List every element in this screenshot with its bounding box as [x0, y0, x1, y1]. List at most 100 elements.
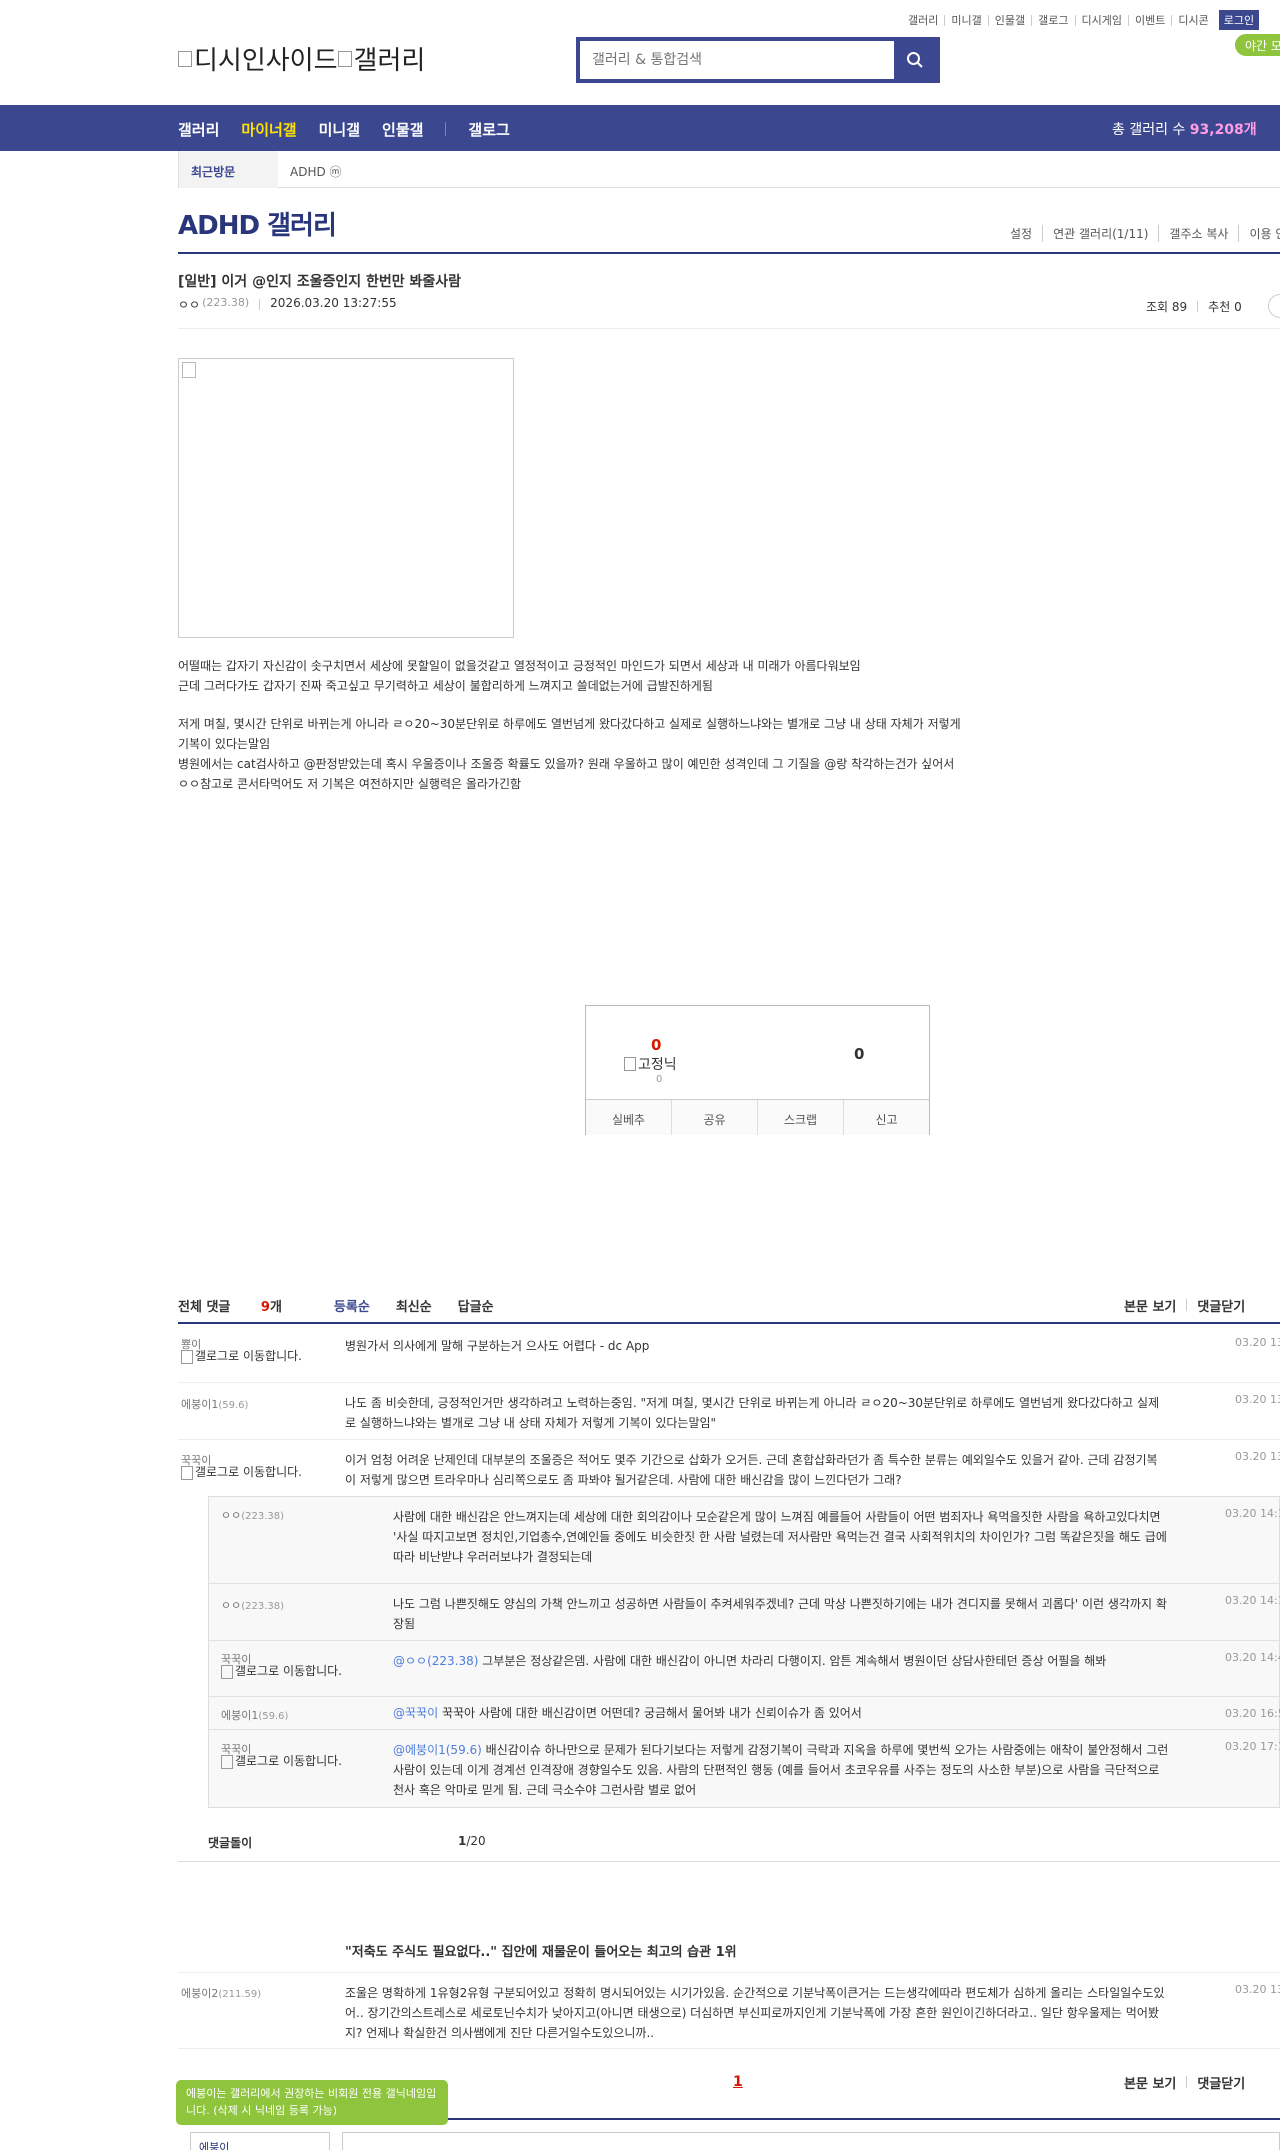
reply-text: @ㅇㅇ(223.38) 그부분은 정상같은뎀. 사람에 대한 배신감이 아니면 … [393, 1654, 1107, 1668]
login-button[interactable]: 로그인 [1218, 10, 1260, 30]
reply-row: 에붕이1(59.6) @꾹꾹이 꾹꾹아 사람에 대한 배신감이면 어떤데? 궁금… [209, 1697, 1280, 1730]
nav-minor-gallery[interactable]: 마이너갤 [241, 119, 296, 140]
post-body-line: ㅇㅇ참고로 콘서타먹어도 저 기복은 여전하지만 실행력은 올라가긴함 [178, 777, 522, 791]
night-mode-toggle[interactable]: 야간 모드 [1235, 34, 1280, 56]
util-link[interactable]: 갤로그 [1032, 14, 1076, 26]
reply-mention[interactable]: @꾹꾹이 [393, 1706, 438, 1720]
post-header-divider [178, 328, 1280, 329]
header-divider [1186, 1299, 1188, 1311]
fixed-nick-badge: 고정닉 [624, 1054, 677, 1074]
post-body-line: 근데 그러다가도 갑자기 진짜 죽고싶고 무기력하고 세상이 불합리하게 느껴지… [178, 679, 713, 693]
broken-image-icon [181, 1466, 193, 1480]
post-body-para1: 어떨때는 갑자기 자신감이 솟구치면서 세상에 못할일이 없을것같고 열정적이고… [178, 656, 1078, 696]
usage-guide-link[interactable]: 이용 안내 [1238, 225, 1280, 242]
util-link[interactable]: 갤러리 [902, 14, 946, 26]
util-link[interactable]: 인물갤 [989, 14, 1033, 26]
reply-nick[interactable]: ㅇㅇ(223.38) [221, 1507, 284, 1523]
recent-visits-tab[interactable]: 최근방문 [178, 151, 278, 188]
comment-row: 뿅이 갤로그로 이동합니다. 병원가서 의사에게 말해 구분하는거 으사도 어렵… [178, 1326, 1280, 1383]
gallery-count: 총 갤러리 수 93,208개 [1112, 119, 1257, 139]
nav-gallog[interactable]: 갤로그 [468, 119, 509, 140]
write-comment-field[interactable] [342, 2132, 1280, 2150]
post-body-line: 병원에서는 cat검사하고 @판정받았는데 혹시 우울증이나 조울증 확률도 있… [178, 757, 955, 771]
related-galleries-link[interactable]: 연관 갤러리(1/11) [1042, 225, 1158, 242]
reply-date: 03.20 14:10 [1225, 1507, 1280, 1520]
comment-bot-label[interactable]: 댓글돌이 [208, 1834, 252, 1851]
downvote-count[interactable]: 0 [854, 1045, 864, 1063]
reply-date: 03.20 14:12 [1225, 1594, 1280, 1607]
ad-title[interactable]: "저축도 주식도 필요없다.." 집안에 재물운이 들어오는 최고의 습관 1위 [345, 1941, 737, 1960]
comment-nick[interactable]: 에붕이2(211.59) [181, 1985, 261, 2001]
post-author-ip: (223.38) [202, 296, 250, 309]
comment-jump-button[interactable] [1268, 294, 1280, 318]
report-button[interactable]: 신고 [844, 1100, 929, 1135]
view-post-link[interactable]: 본문 보기 [1124, 1296, 1176, 1315]
guest-nick-tooltip: 에붕이는 갤러리에서 권장하는 비회원 전용 갤닉네임입니다. (삭제 시 닉네… [176, 2080, 448, 2125]
best-recommend-button[interactable]: 실베추 [586, 1100, 672, 1135]
gallog-link[interactable]: 갤로그로 이동합니다. [181, 1350, 311, 1364]
settings-link[interactable]: 설정 [1000, 225, 1042, 242]
comment-row: 에붕이1(59.6) 나도 좀 비슷한데, 긍정적인거만 생각하려고 노력하는중… [178, 1383, 1280, 1440]
util-link[interactable]: 디시게임 [1076, 14, 1129, 26]
reply-text: @꾹꾹이 꾹꾹아 사람에 대한 배신감이면 어떤데? 궁금해서 물어봐 내가 신… [393, 1706, 862, 1720]
sort-replies[interactable]: 답글순 [458, 1296, 494, 1315]
reply-row: 꾹꾹이 갤로그로 이동합니다. @ㅇㅇ(223.38) 그부분은 정상같은뎀. … [209, 1641, 1280, 1697]
post-image[interactable] [178, 358, 514, 638]
post-meta: ㅇㅇ (223.38) 2026.03.20 13:27:55 [178, 296, 397, 313]
comment-nick[interactable]: 에붕이1(59.6) [181, 1396, 248, 1412]
util-link[interactable]: 미니갤 [945, 14, 989, 26]
comment-total-unit: 개 [269, 1300, 282, 1315]
comment-date: 03.20 13:58 [1235, 1450, 1280, 1463]
nav-person-gallery[interactable]: 인물갤 [382, 119, 423, 140]
sort-latest[interactable]: 최신순 [396, 1296, 432, 1315]
broken-image-icon [337, 50, 352, 67]
reply-nick[interactable]: ㅇㅇ(223.38) [221, 1597, 284, 1613]
recent-visit-item[interactable]: ADHD ⓜ [290, 163, 342, 180]
upvote-count[interactable]: 0 [651, 1036, 661, 1054]
search-input[interactable] [580, 41, 894, 79]
reply-date: 03.20 14:40 [1225, 1651, 1280, 1664]
scrap-button[interactable]: 스크랩 [758, 1100, 844, 1135]
post-author[interactable]: ㅇㅇ [178, 296, 200, 313]
post-title: [일반] 이거 @인지 조울증인지 한번만 봐줄사람 [178, 274, 462, 290]
reply-mention[interactable]: @ㅇㅇ(223.38) [393, 1654, 478, 1668]
reply-text: 나도 그럼 나쁜짓해도 양심의 가책 안느끼고 성공하면 사람들이 추켜세워주겠… [393, 1597, 1167, 1631]
reply-nick[interactable]: 에붕이1(59.6) [221, 1707, 288, 1723]
view-post-link[interactable]: 본문 보기 [1124, 2073, 1176, 2092]
comment-total-count: 9 [260, 1300, 270, 1315]
copy-address-link[interactable]: 갤주소 복사 [1158, 225, 1238, 242]
comment-page-1[interactable]: 1 [733, 2074, 743, 2090]
reply-row: ㅇㅇ(223.38) 사람에 대한 배신감은 안느껴지는데 세상에 대한 회의감… [209, 1497, 1280, 1584]
gallery-title[interactable]: ADHD 갤러리 [178, 205, 337, 242]
comment-text: 나도 좀 비슷한데, 긍정적인거만 생각하려고 노력하는중임. "저게 며칠, … [345, 1396, 1160, 1430]
utility-links: 갤러리 미니갤 인물갤 갤로그 디시게임 이벤트 디시콘 로그인 [902, 10, 1260, 30]
gallog-link[interactable]: 갤로그로 이동합니다. [221, 1755, 351, 1769]
post-views: 조회 89 [1146, 300, 1188, 314]
stats-divider [1197, 301, 1199, 312]
recommend-actions: 실베추 공유 스크랩 신고 [586, 1099, 929, 1135]
share-button[interactable]: 공유 [672, 1100, 758, 1135]
sort-registered[interactable]: 등록순 [334, 1296, 370, 1315]
comment-total: 전체 댓글 9개 [178, 1296, 308, 1315]
util-link[interactable]: 이벤트 [1129, 14, 1173, 26]
write-nick-field[interactable]: 에붕이 [190, 2132, 330, 2150]
search-button[interactable] [894, 41, 936, 79]
post-date: 2026.03.20 13:27:55 [270, 296, 397, 310]
reply-date: 03.20 16:55 [1225, 1707, 1280, 1720]
nav-gallery[interactable]: 갤러리 [178, 119, 219, 140]
nav-mini-gallery[interactable]: 미니갤 [319, 119, 360, 140]
comment-text: 조울은 명확하게 1유형2유형 구분되어있고 정확히 명시되어있는 시기가있음.… [345, 1986, 1165, 2040]
gallog-link[interactable]: 갤로그로 이동합니다. [221, 1665, 351, 1679]
reply-mention[interactable]: @에붕이1(59.6) [393, 1743, 482, 1757]
comment-row: 꾹꾹이 갤로그로 이동합니다. 이거 엄청 어려운 난제인데 대부분의 조울증은… [178, 1440, 1280, 1496]
close-comments-link[interactable]: 댓글닫기 [1197, 1296, 1245, 1315]
search-box [576, 37, 940, 83]
gallog-link[interactable]: 갤로그로 이동합니다. [181, 1466, 311, 1480]
util-link[interactable]: 디시콘 [1172, 15, 1214, 26]
post-stats: 조회 89 추천 0 [1146, 298, 1242, 315]
site-logo[interactable]: 디시인사이드 갤러리 [178, 40, 425, 77]
logo-text-gallery: 갤러리 [353, 46, 426, 76]
close-comments-link[interactable]: 댓글닫기 [1197, 2073, 1245, 2092]
reply-date: 03.20 17:11 [1225, 1740, 1280, 1753]
comment-total-label: 전체 댓글 [178, 1300, 231, 1315]
